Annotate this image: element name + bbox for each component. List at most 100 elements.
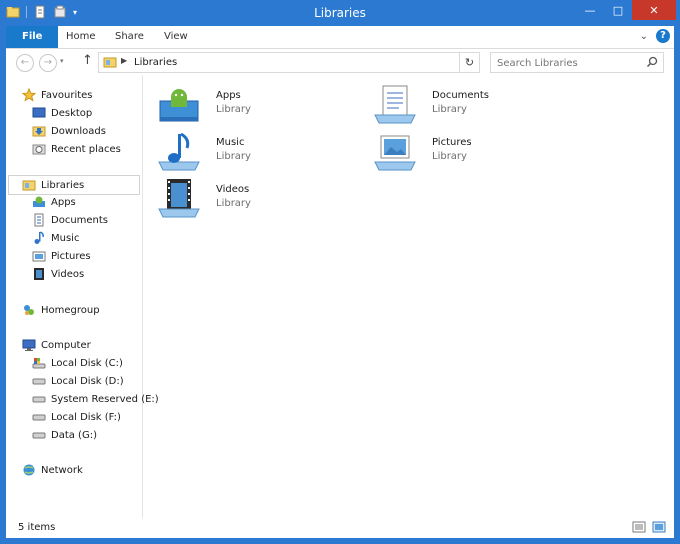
star-icon [22, 88, 36, 102]
pictures-icon [32, 251, 46, 262]
forward-button[interactable]: → [39, 54, 57, 72]
nav-drive-c-label: Local Disk (C:) [51, 357, 123, 369]
nav-desktop[interactable]: Desktop [32, 104, 92, 122]
recent-locations-icon[interactable]: ▾ [60, 57, 64, 65]
tab-home[interactable]: Home [54, 26, 108, 48]
nav-drive-d-label: Local Disk (D:) [51, 375, 124, 387]
library-type: Library [432, 151, 467, 162]
nav-computer-label: Computer [41, 339, 91, 351]
nav-recent-places-label: Recent places [51, 143, 121, 155]
nav-desktop-label: Desktop [51, 107, 93, 119]
up-button[interactable]: ↑ [82, 53, 93, 68]
back-button[interactable]: ← [16, 54, 34, 72]
status-bar: 5 items [6, 518, 674, 538]
computer-icon [22, 339, 36, 351]
search-box[interactable] [490, 52, 664, 73]
tab-share[interactable]: Share [103, 26, 156, 48]
downloads-icon [32, 126, 46, 137]
apps-icon [33, 196, 45, 207]
nav-videos-label: Videos [51, 268, 85, 280]
nav-network[interactable]: Network [22, 461, 83, 479]
nav-drive-e[interactable]: System Reserved (E:) [32, 390, 159, 408]
large-icons-view-icon[interactable] [652, 521, 666, 533]
nav-recent-places[interactable]: Recent places [32, 140, 121, 158]
expand-ribbon-icon[interactable]: ⌄ [640, 31, 648, 42]
nav-apps-label: Apps [51, 196, 76, 208]
apps-library-icon [159, 89, 199, 122]
nav-documents[interactable]: Documents [32, 211, 108, 229]
nav-drive-f-label: Local Disk (F:) [51, 411, 121, 423]
search-icon[interactable] [646, 56, 658, 68]
library-type: Library [216, 151, 251, 162]
view-switcher [632, 521, 666, 533]
nav-apps[interactable]: Apps [32, 193, 76, 211]
recent-places-icon [32, 144, 46, 155]
ribbon: File Home Share View ⌄ ? [6, 26, 674, 49]
drive-icon [32, 378, 46, 385]
nav-libraries-label: Libraries [41, 179, 85, 191]
library-name: Documents [432, 90, 490, 101]
close-button[interactable]: ✕ [632, 0, 676, 20]
libraries-icon [103, 57, 117, 68]
nav-music-label: Music [51, 232, 80, 244]
library-item-music[interactable]: Music Library [157, 130, 367, 174]
library-type: Library [216, 198, 251, 209]
nav-drive-c[interactable]: Local Disk (C:) [32, 354, 123, 372]
libraries-icon [22, 180, 36, 191]
item-count: 5 items [18, 522, 56, 533]
videos-icon [34, 268, 44, 280]
nav-homegroup-label: Homegroup [41, 304, 100, 316]
breadcrumb-separator-icon: ▶ [121, 56, 128, 65]
library-item-documents[interactable]: Documents Library [373, 83, 583, 127]
drive-icon [32, 414, 46, 421]
nav-pictures[interactable]: Pictures [32, 247, 91, 265]
documents-library-icon [374, 85, 416, 124]
nav-computer[interactable]: Computer [22, 336, 91, 354]
tab-file[interactable]: File [6, 26, 59, 48]
nav-downloads[interactable]: Downloads [32, 122, 106, 140]
library-name: Music [216, 137, 245, 148]
breadcrumb[interactable]: Libraries [134, 57, 177, 68]
nav-drive-f[interactable]: Local Disk (F:) [32, 408, 121, 426]
music-icon [34, 231, 44, 244]
nav-drive-g[interactable]: Data (G:) [32, 426, 97, 444]
library-name: Videos [216, 184, 250, 195]
details-view-icon[interactable] [632, 521, 646, 533]
nav-libraries[interactable]: Libraries [8, 175, 140, 195]
nav-music[interactable]: Music [32, 229, 79, 247]
nav-drive-g-label: Data (G:) [51, 429, 97, 441]
library-name: Apps [216, 90, 241, 101]
library-type: Library [432, 104, 467, 115]
homegroup-icon [24, 305, 34, 315]
network-icon [23, 464, 35, 476]
tab-view[interactable]: View [152, 26, 200, 48]
refresh-button[interactable]: ↻ [459, 53, 479, 72]
music-library-icon [158, 132, 200, 171]
window-controls: — □ ✕ [576, 0, 676, 20]
library-item-pictures[interactable]: Pictures Library [373, 130, 583, 174]
nav-homegroup[interactable]: Homegroup [22, 301, 100, 319]
nav-pictures-label: Pictures [51, 250, 91, 262]
nav-drive-d[interactable]: Local Disk (D:) [32, 372, 124, 390]
nav-favourites[interactable]: Favourites [22, 86, 93, 104]
maximize-button[interactable]: □ [604, 0, 632, 20]
videos-library-icon [158, 179, 200, 218]
nav-network-label: Network [41, 464, 83, 476]
address-toolbar: ← → ▾ ↑ ▶ Libraries ↻ [6, 49, 674, 75]
nav-favourites-label: Favourites [41, 89, 93, 101]
main-area: Favourites Desktop Downloads Recent plac… [6, 75, 674, 518]
ribbon-right: ⌄ ? [640, 29, 670, 43]
library-item-videos[interactable]: Videos Library [157, 177, 367, 221]
minimize-button[interactable]: — [576, 0, 604, 20]
help-icon[interactable]: ? [656, 29, 670, 43]
desktop-icon [32, 107, 46, 118]
title-bar: ▾ Libraries — □ ✕ [0, 0, 680, 26]
search-input[interactable] [495, 55, 639, 71]
address-bar[interactable]: ▶ Libraries ↻ [98, 52, 480, 73]
nav-videos[interactable]: Videos [32, 265, 84, 283]
navigation-pane: Favourites Desktop Downloads Recent plac… [6, 75, 159, 518]
nav-documents-label: Documents [51, 214, 109, 226]
drive-icon [32, 396, 46, 403]
pictures-library-icon [374, 135, 416, 171]
library-item-apps[interactable]: Apps Library [157, 83, 367, 127]
